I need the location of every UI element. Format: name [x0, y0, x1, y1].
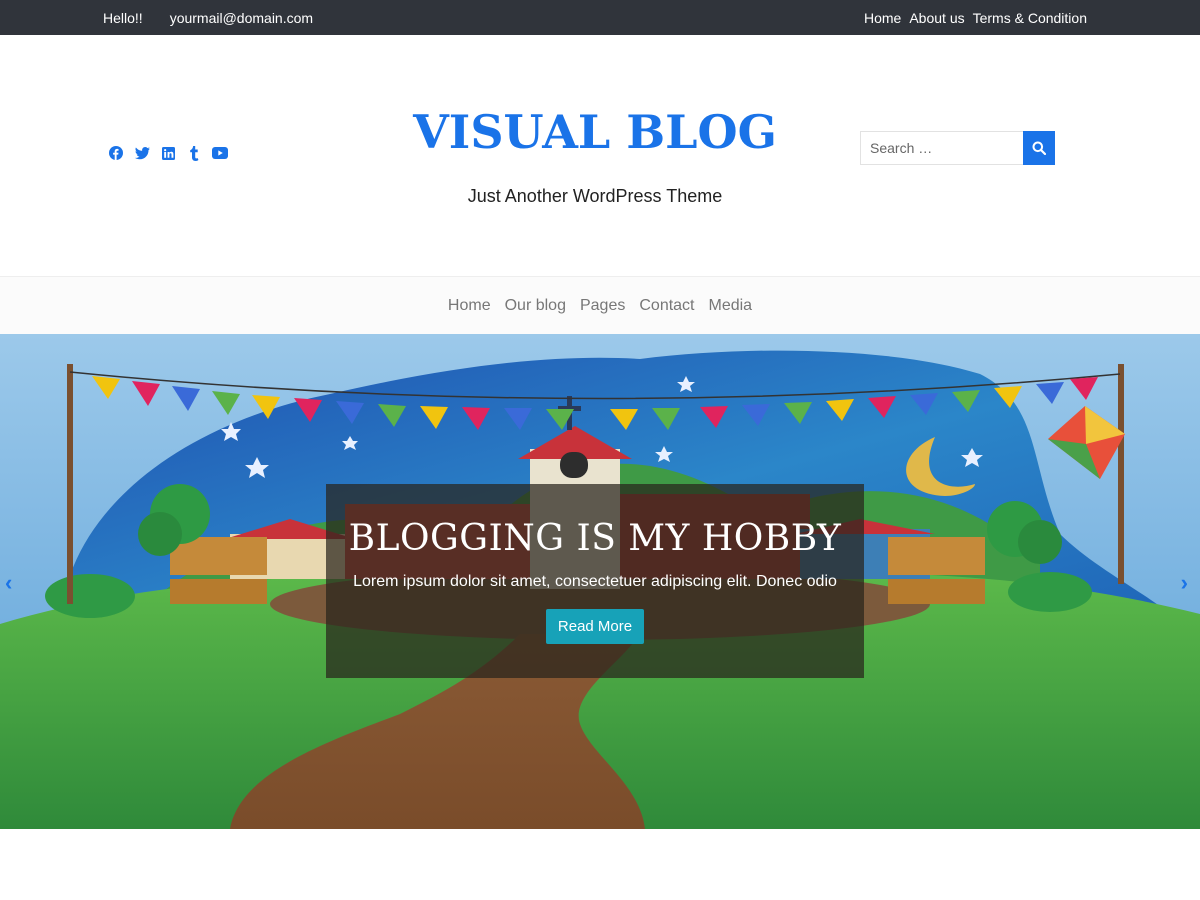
top-link-home[interactable]: Home: [864, 10, 901, 26]
email-text: yourmail@domain.com: [169, 9, 314, 26]
greeting-text: Hello!!: [103, 9, 143, 26]
nav-item-home[interactable]: Home: [448, 297, 491, 315]
main-navigation: Home Our blog Pages Contact Media: [0, 276, 1200, 334]
search-icon: [1032, 141, 1046, 155]
top-bar-contact: Hello!! yourmail@domain.com: [103, 0, 340, 35]
site-tagline: Just Another WordPress Theme: [467, 186, 723, 206]
top-bar: Hello!! yourmail@domain.com Home About u…: [0, 0, 1200, 35]
nav-item-media[interactable]: Media: [709, 297, 753, 315]
slide-text: Lorem ipsum dolor sit amet, consectetuer…: [353, 573, 837, 590]
search-input[interactable]: [860, 131, 1023, 165]
slider-next-arrow-icon[interactable]: ›: [1181, 570, 1188, 596]
slide-caption: BLOGGING IS MY HOBBY Lorem ipsum dolor s…: [326, 484, 864, 678]
slider-prev-arrow-icon[interactable]: ‹: [5, 570, 12, 596]
nav-item-pages[interactable]: Pages: [580, 297, 625, 315]
hero-slider: BLOGGING IS MY HOBBY Lorem ipsum dolor s…: [0, 334, 1200, 829]
nav-item-contact[interactable]: Contact: [639, 297, 694, 315]
search-form: [860, 131, 1055, 165]
search-button[interactable]: [1023, 131, 1055, 165]
top-link-about-us[interactable]: About us: [909, 10, 964, 26]
slide-title: BLOGGING IS MY HOBBY: [348, 518, 842, 559]
top-link-terms[interactable]: Terms & Condition: [973, 10, 1087, 26]
nav-item-our-blog[interactable]: Our blog: [505, 297, 566, 315]
top-bar-links: Home About us Terms & Condition: [856, 0, 1087, 35]
read-more-button[interactable]: Read More: [545, 609, 645, 644]
site-header: VISUAL BLOG Just Another WordPress Theme: [0, 35, 1200, 276]
